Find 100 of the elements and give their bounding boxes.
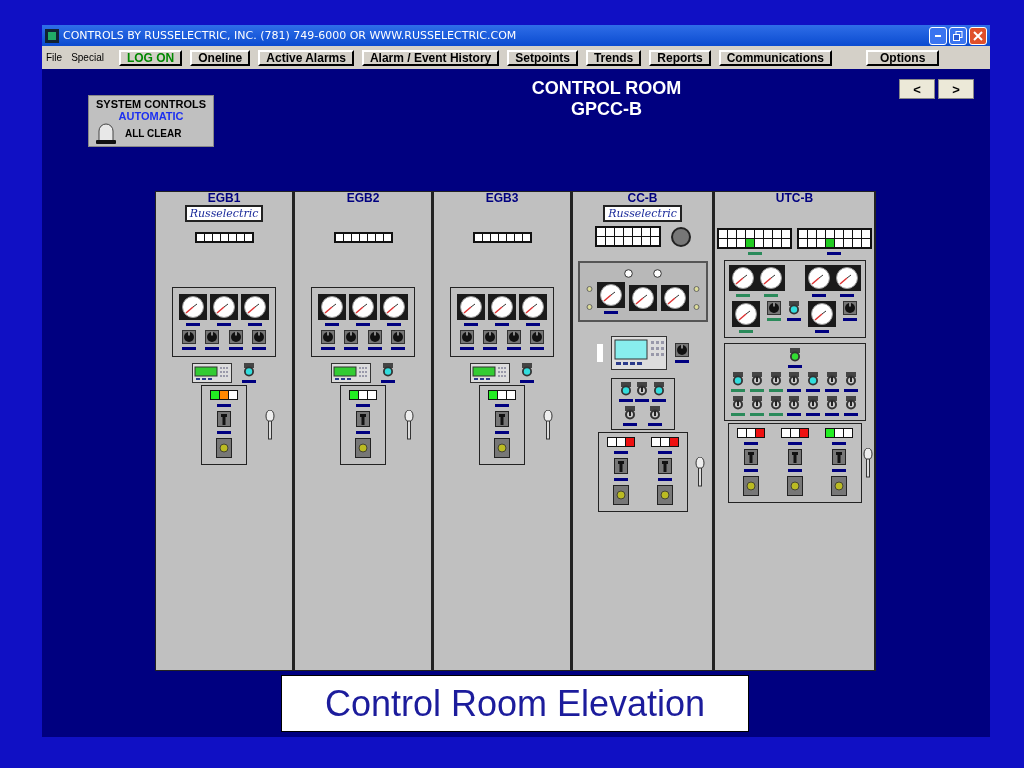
label-plate <box>787 442 802 445</box>
app-icon <box>45 28 59 43</box>
selector-knob-icon[interactable] <box>181 330 196 344</box>
selector-knob-icon[interactable] <box>766 301 781 315</box>
label-plate <box>367 347 382 350</box>
minimize-button[interactable] <box>929 26 947 45</box>
gauge-icon <box>728 265 757 291</box>
selector-knob-icon[interactable] <box>205 330 220 344</box>
breaker-switch-icon[interactable] <box>743 449 758 465</box>
selector-knob-icon[interactable] <box>506 330 521 344</box>
gauge-icon <box>808 301 837 327</box>
controller-display-icon[interactable] <box>470 363 510 383</box>
breaker-switch-icon[interactable] <box>787 449 802 465</box>
breaker-switch-icon[interactable] <box>217 411 231 427</box>
door-handle-icon[interactable] <box>542 410 553 440</box>
push-button-icon[interactable] <box>355 438 371 458</box>
toolbar-button[interactable]: Reports <box>649 49 711 66</box>
selector-switch-icon[interactable] <box>845 396 857 410</box>
selector-switch-icon[interactable] <box>845 372 857 386</box>
selector-switch-icon[interactable] <box>731 396 744 410</box>
push-button-icon[interactable] <box>216 438 232 458</box>
selector-switch-icon[interactable] <box>788 396 801 410</box>
toolbar-button[interactable]: Oneline <box>190 49 251 66</box>
label-plate <box>730 389 745 392</box>
selector-knob-icon[interactable] <box>320 330 335 344</box>
round-button-icon[interactable] <box>670 226 691 247</box>
label-plate <box>749 389 764 392</box>
selector-knob-icon[interactable] <box>530 330 545 344</box>
label-plate <box>495 431 509 434</box>
label-plate <box>831 469 846 472</box>
push-button-icon[interactable] <box>494 438 510 458</box>
label-plate <box>217 431 231 434</box>
pilot-light-icon <box>788 348 801 362</box>
operator-terminal-icon[interactable] <box>610 336 667 370</box>
pilot-light-icon <box>653 382 666 396</box>
close-button[interactable] <box>969 26 987 45</box>
handle-icon <box>596 344 603 362</box>
close-icon <box>973 30 983 41</box>
toolbar-button[interactable]: Trends <box>585 49 642 66</box>
selector-switch-icon[interactable] <box>769 396 782 410</box>
selector-switch-icon[interactable] <box>788 372 801 386</box>
label-plate <box>530 347 545 350</box>
label-plate <box>787 389 802 392</box>
toolbar-button[interactable]: Communications <box>718 49 832 66</box>
label-plate <box>495 404 509 407</box>
breaker-switch-icon[interactable] <box>657 458 672 474</box>
door-handle-icon[interactable] <box>862 448 873 478</box>
toolbar-button[interactable]: Alarm / Event History <box>361 49 500 66</box>
label-plate <box>242 380 256 383</box>
door-handle-icon[interactable] <box>694 457 705 487</box>
push-button-icon[interactable] <box>830 476 847 496</box>
selector-switch-icon[interactable] <box>649 406 661 420</box>
selector-knob-icon[interactable] <box>367 330 382 344</box>
selector-switch-icon[interactable] <box>769 372 782 386</box>
selector-knob-icon[interactable] <box>344 330 359 344</box>
push-button-icon[interactable] <box>786 476 803 496</box>
door-handle-icon[interactable] <box>403 410 414 440</box>
label-plate <box>526 323 541 326</box>
toolbar-button[interactable]: Options <box>866 49 940 66</box>
selector-switch-icon[interactable] <box>750 372 763 386</box>
door-handle-icon[interactable] <box>264 410 275 440</box>
breaker-switch-icon[interactable] <box>831 449 846 465</box>
controller-display-icon[interactable] <box>192 363 232 383</box>
label-plate <box>623 423 637 426</box>
label-plate <box>811 294 826 297</box>
pilot-light-icon <box>788 301 801 315</box>
cabinet-label: EGB3 <box>485 192 519 205</box>
gauge-icon <box>660 285 689 311</box>
selector-knob-icon[interactable] <box>843 301 858 315</box>
menu-item[interactable]: File <box>46 52 63 63</box>
next-button[interactable]: > <box>938 79 974 99</box>
selector-knob-icon[interactable] <box>228 330 243 344</box>
selector-knob-icon[interactable] <box>674 343 689 357</box>
breaker-switch-icon[interactable] <box>356 411 370 427</box>
label-plate <box>381 380 395 383</box>
previous-button[interactable]: < <box>899 79 935 99</box>
selector-switch-icon[interactable] <box>826 372 839 386</box>
push-button-icon[interactable] <box>742 476 759 496</box>
selector-switch-icon[interactable] <box>624 406 636 420</box>
toolbar-button[interactable]: Setpoints <box>507 49 578 66</box>
selector-switch-icon[interactable] <box>807 396 820 410</box>
gauge-icon <box>456 294 485 320</box>
selector-knob-icon[interactable] <box>391 330 406 344</box>
selector-knob-icon[interactable] <box>252 330 267 344</box>
push-button-icon[interactable] <box>656 485 673 505</box>
selector-switch-icon[interactable] <box>826 396 839 410</box>
breaker-switch-icon[interactable] <box>495 411 509 427</box>
label-plate <box>387 323 402 326</box>
menu-item[interactable]: Special <box>71 52 104 63</box>
push-button-icon[interactable] <box>612 485 629 505</box>
selector-knob-icon[interactable] <box>483 330 498 344</box>
selector-knob-icon[interactable] <box>459 330 474 344</box>
controller-display-icon[interactable] <box>331 363 371 383</box>
restore-button[interactable] <box>949 26 967 45</box>
selector-switch-icon[interactable] <box>750 396 763 410</box>
page-heading: CONTROL ROOM <box>531 78 682 99</box>
gauge-icon <box>519 294 548 320</box>
breaker-switch-icon[interactable] <box>613 458 628 474</box>
selector-switch-icon[interactable] <box>636 382 649 396</box>
toolbar-button[interactable]: Active Alarms <box>258 49 354 66</box>
